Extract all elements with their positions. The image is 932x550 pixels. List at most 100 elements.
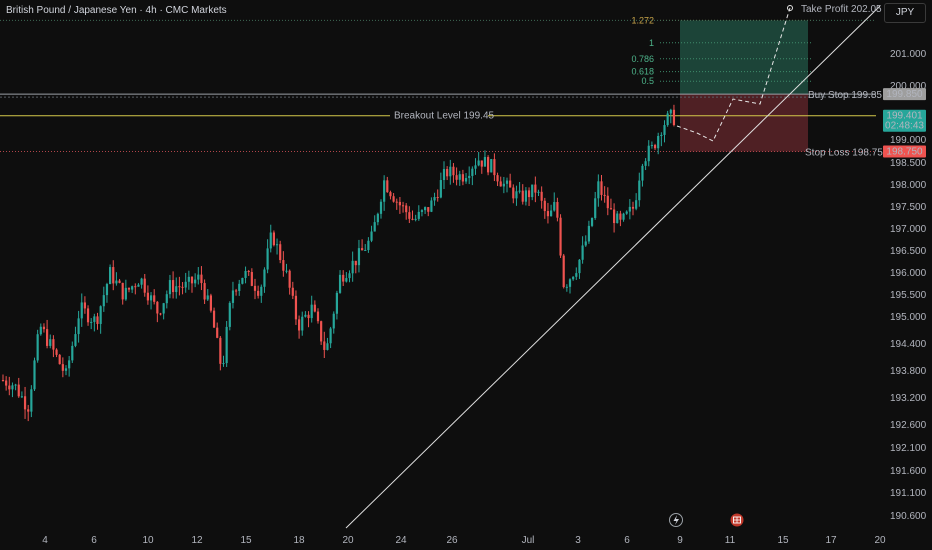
candle[interactable] [190,276,194,293]
candle[interactable] [509,173,512,188]
candle[interactable] [68,356,71,377]
candle[interactable] [653,143,657,151]
candle[interactable] [77,310,80,343]
candle[interactable] [401,201,405,213]
candle[interactable] [326,337,329,351]
candle[interactable] [172,271,175,299]
candle[interactable] [323,331,326,359]
candle[interactable] [666,110,669,127]
candle[interactable] [39,323,42,336]
candle[interactable] [1,374,5,382]
candle[interactable] [663,120,666,143]
candle[interactable] [310,295,313,323]
candles[interactable] [1,104,676,422]
candle[interactable] [294,290,298,325]
candle[interactable] [521,184,524,205]
candle[interactable] [395,198,398,210]
candle[interactable] [540,186,543,209]
candle[interactable] [553,192,556,212]
candle[interactable] [414,214,417,222]
candle[interactable] [449,159,452,185]
candle[interactable] [379,199,383,219]
candle[interactable] [288,269,291,295]
candle[interactable] [27,404,30,422]
candle[interactable] [49,334,52,349]
candle[interactable] [304,311,307,318]
candle[interactable] [36,329,39,363]
candle[interactable] [153,289,156,305]
candle[interactable] [23,386,27,419]
candle[interactable] [603,186,606,203]
candle[interactable] [622,212,625,222]
candle[interactable] [550,204,553,217]
candle[interactable] [159,312,162,316]
candle[interactable] [209,293,212,313]
candle[interactable] [628,199,631,220]
time-axis[interactable]: 4 6 10 12 15 18 20 24 26 Jul 3 6 9 11 15 17 20 [42,513,886,547]
candle[interactable] [635,193,638,211]
candle[interactable] [420,209,424,217]
candle[interactable] [480,160,483,174]
candle[interactable] [477,151,480,167]
candle[interactable] [291,281,294,300]
candle[interactable] [427,207,430,217]
candle[interactable] [499,176,502,187]
candle[interactable] [537,189,540,196]
candle[interactable] [329,326,332,349]
candle[interactable] [216,322,219,339]
candle[interactable] [464,173,468,184]
candle[interactable] [342,270,345,287]
candle[interactable] [490,158,493,173]
candle[interactable] [187,270,190,290]
candle[interactable] [203,279,206,305]
candle[interactable] [442,161,446,190]
price-chart[interactable]: 1.27210.7860.6180.5 201.000200.000199.00… [0,0,932,550]
candle[interactable] [458,170,461,186]
candle[interactable] [386,176,389,193]
candle[interactable] [578,259,581,279]
candle[interactable] [257,285,260,299]
candle[interactable] [263,267,266,293]
candle[interactable] [405,203,408,220]
candle[interactable] [436,189,439,202]
candle[interactable] [546,202,550,224]
candle[interactable] [505,177,509,193]
candle[interactable] [83,296,86,314]
candle[interactable] [20,391,23,399]
candle[interactable] [389,190,392,200]
candle[interactable] [219,336,222,371]
candle[interactable] [11,382,14,398]
candle[interactable] [455,167,458,186]
candle[interactable] [376,212,379,226]
candle[interactable] [616,210,619,224]
candle[interactable] [483,150,487,167]
candle[interactable] [93,313,96,332]
candle[interactable] [600,174,603,201]
candle[interactable] [606,187,609,216]
candle[interactable] [253,278,257,300]
candle[interactable] [282,251,285,277]
candle[interactable] [52,335,55,358]
candle[interactable] [562,253,565,289]
candle[interactable] [42,323,46,333]
candle[interactable] [502,176,505,194]
candle[interactable] [367,237,370,253]
candle[interactable] [143,273,146,297]
candle[interactable] [474,158,477,175]
candle[interactable] [109,264,112,285]
candle[interactable] [285,263,288,274]
candle[interactable] [357,239,361,273]
candle[interactable] [672,104,676,127]
candle[interactable] [124,279,127,301]
candle[interactable] [594,191,597,220]
candle[interactable] [134,283,137,295]
candle[interactable] [8,376,11,396]
candle[interactable] [417,205,420,221]
candle[interactable] [194,273,197,288]
candle[interactable] [269,224,272,253]
candle[interactable] [165,290,168,309]
lightning-icon[interactable] [669,513,683,527]
candle[interactable] [613,203,616,233]
candle[interactable] [17,377,20,398]
candle[interactable] [531,184,534,201]
